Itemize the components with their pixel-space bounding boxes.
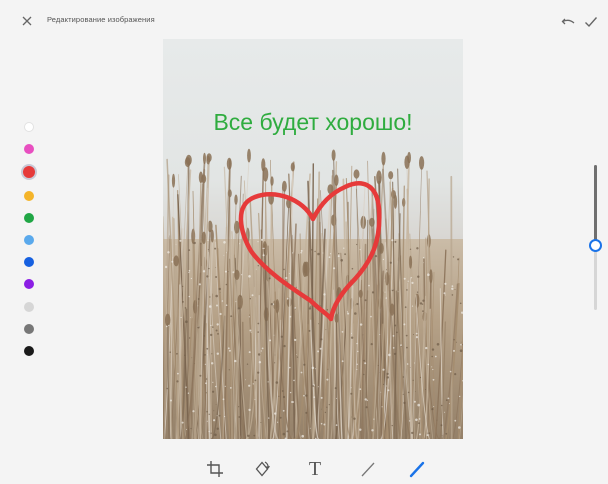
crop-icon [207,461,223,477]
pen-tool[interactable] [403,456,431,482]
line-tool[interactable] [354,456,382,482]
line-icon [361,462,375,477]
color-swatch[interactable] [24,323,34,334]
color-swatch[interactable] [24,212,34,223]
color-swatch[interactable] [24,144,34,155]
text-tool[interactable]: T [301,456,329,482]
pen-icon [409,461,425,478]
rotate-icon [255,461,270,477]
undo-button[interactable] [561,15,577,29]
color-swatch[interactable] [23,166,35,179]
slider-fill [594,165,597,245]
photo-frozen-reeds [163,39,463,439]
undo-icon [561,18,575,25]
color-swatch[interactable] [24,122,34,132]
color-swatch[interactable] [24,257,34,268]
color-swatch[interactable] [24,190,34,201]
overlay-text[interactable]: Все будет хорошо! [163,109,463,136]
text-icon: T [308,457,322,480]
close-button[interactable] [19,13,35,29]
apply-button[interactable] [583,14,599,30]
image-canvas[interactable]: Все будет хорошо! [163,39,463,439]
color-swatch[interactable] [24,279,34,290]
color-swatch[interactable] [24,301,34,312]
page-title: Редактирование изображения [47,15,155,24]
rotate-tool[interactable] [248,456,276,482]
brush-size-slider[interactable] [586,165,606,315]
crop-tool[interactable] [201,456,229,482]
color-swatch[interactable] [24,234,34,245]
close-icon [22,16,32,26]
check-icon [585,17,598,28]
slider-thumb[interactable] [589,239,602,252]
color-swatch[interactable] [24,345,34,356]
editing-toolbar: T [195,456,440,482]
editor-header: Редактирование изображения [0,0,608,40]
color-palette [21,122,37,368]
